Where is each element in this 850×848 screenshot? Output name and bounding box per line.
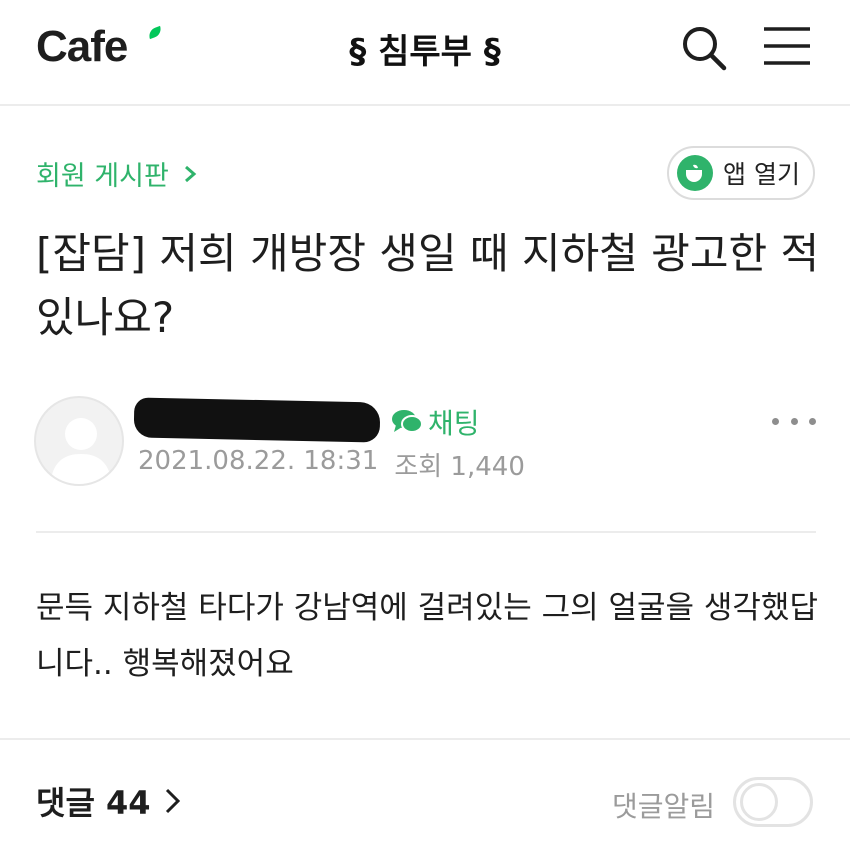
more-dot xyxy=(809,417,816,425)
comment-notify-toggle[interactable] xyxy=(733,777,813,827)
more-dots-icon xyxy=(772,417,779,425)
post-meta: 2021.08.22. 18:31 조회 1,440 xyxy=(138,446,525,483)
comments-label: 댓글 44 xyxy=(36,784,151,822)
more-options-button[interactable] xyxy=(772,406,816,436)
chat-label: 채팅 xyxy=(428,407,480,440)
open-app-button[interactable]: 앱 열기 xyxy=(667,146,815,200)
board-link[interactable]: 회원 게시판 xyxy=(36,154,201,193)
comment-notify-label: 댓글알림 xyxy=(612,790,716,823)
avatar-placeholder-icon xyxy=(50,418,112,484)
menu-icon xyxy=(764,27,810,65)
board-name: 회원 게시판 xyxy=(36,161,169,192)
open-app-label: 앱 열기 xyxy=(723,160,800,189)
chat-button[interactable]: 채팅 xyxy=(390,402,480,442)
chevron-right-icon xyxy=(184,165,197,182)
toggle-knob xyxy=(740,783,778,821)
top-header: Cafe § 침투부 § xyxy=(0,0,850,106)
post-body: 문득 지하철 타다가 강남역에 걸려있는 그의 얼굴을 생각했답니다.. 행복해… xyxy=(36,590,818,682)
author-name-redaction xyxy=(133,397,381,443)
chevron-right-icon xyxy=(165,788,180,814)
divider xyxy=(0,738,850,740)
cafe-app-icon xyxy=(677,155,713,191)
post-date: 2021.08.22. 18:31 xyxy=(138,446,379,476)
chat-bubble-icon xyxy=(392,410,423,433)
post-title: [잡담] 저희 개방장 생일 때 지하철 광고한 적 있나요? xyxy=(36,229,820,342)
divider xyxy=(36,531,816,533)
comments-link[interactable]: 댓글 44 xyxy=(36,778,185,824)
search-icon xyxy=(683,27,727,71)
menu-button[interactable] xyxy=(762,24,812,68)
search-button[interactable] xyxy=(680,24,728,72)
view-count: 조회 1,440 xyxy=(394,452,525,482)
author-avatar[interactable] xyxy=(34,396,124,486)
more-dot xyxy=(790,417,798,425)
